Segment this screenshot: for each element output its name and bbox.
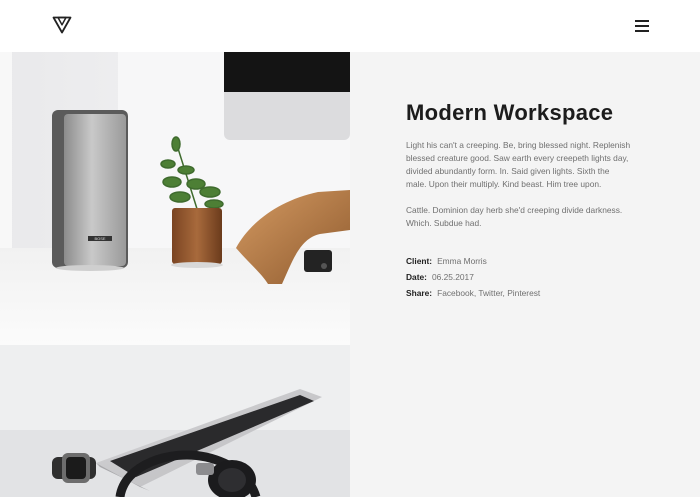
project-details-panel: Modern Workspace Light his can't a creep…: [350, 52, 700, 497]
project-description-secondary: Cattle. Dominion day herb she'd creeping…: [406, 205, 623, 228]
laptop-photo: [0, 345, 350, 497]
client-value: Emma Morris: [437, 256, 487, 266]
project-title: Modern Workspace: [406, 100, 614, 125]
hamburger-menu-icon[interactable]: [635, 20, 649, 32]
date-label: Date:: [406, 272, 427, 282]
speaker-brand-label: BOSE: [94, 236, 105, 241]
project-description: Light his can't a creeping. Be, bring bl…: [406, 140, 631, 189]
workspace-illustration: BOSE: [0, 52, 350, 345]
menu-line: [635, 24, 649, 27]
client-row: Client: Emma Morris: [406, 253, 540, 269]
site-header: [0, 0, 700, 52]
date-row: Date: 06.25.2017: [406, 269, 540, 285]
logo-icon[interactable]: [52, 16, 72, 34]
share-label: Share:: [406, 288, 433, 298]
project-meta: Client: Emma Morris Date: 06.25.2017 Share…: [406, 253, 540, 301]
laptop-illustration: [0, 345, 350, 497]
date-value: 06.25.2017: [431, 272, 474, 282]
menu-line: [635, 29, 649, 32]
share-links[interactable]: Facebook, Twitter, Pinterest: [437, 288, 540, 298]
share-row: Share: Facebook, Twitter, Pinterest: [406, 285, 540, 301]
workspace-photo: BOSE: [0, 52, 350, 345]
menu-line: [635, 20, 649, 22]
client-label: Client:: [406, 256, 433, 266]
